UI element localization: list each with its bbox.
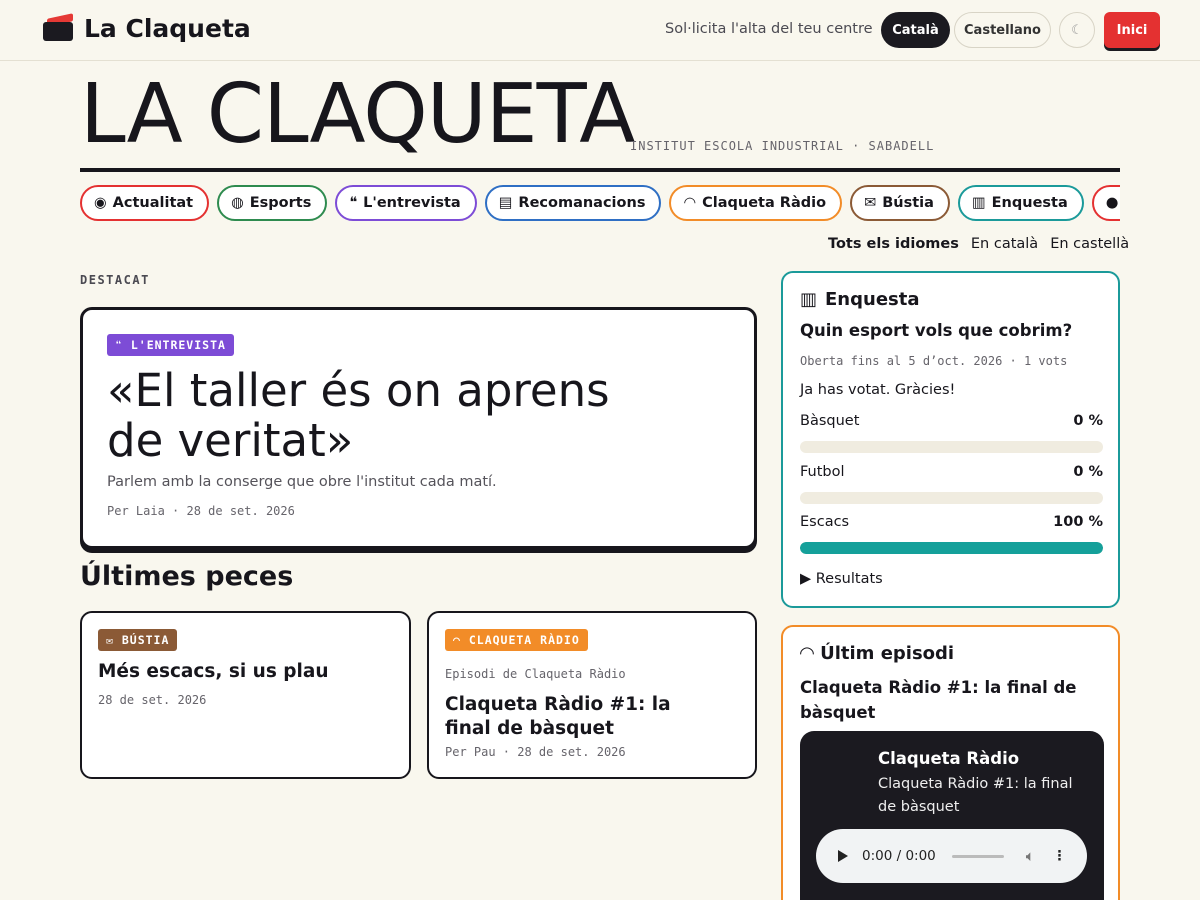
poll-question: Quin esport vols que cobrim?: [800, 321, 1073, 340]
audio-time: 0:00 / 0:00: [862, 848, 936, 864]
poll-status: Oberta fins al 5 d’oct. 2026 · 1 vots: [800, 354, 1068, 368]
poll-title: ▥ Enquesta: [800, 289, 920, 310]
section-icon: ◠: [683, 195, 697, 211]
poll-option-percent: 100 %: [1053, 514, 1103, 530]
masthead-tagline: INSTITUT ESCOLA INDUSTRIAL · SABADELL: [630, 139, 935, 153]
section-icon: ✉: [864, 195, 877, 211]
latest-card-radio[interactable]: ◠ CLAQUETA RÀDIO Episodi de Claqueta Ràd…: [427, 611, 757, 779]
section-icon: ●: [1105, 195, 1119, 211]
section-label: Recomanacions: [518, 195, 646, 211]
card-meta: 28 de set. 2026: [98, 693, 207, 707]
poll-option-label: Escacs: [800, 514, 850, 530]
filter-castellano[interactable]: En castellà: [1050, 236, 1129, 252]
lang-catalan-button[interactable]: Català: [881, 12, 950, 48]
featured-article-card[interactable]: ❝ L'ENTREVISTA «El taller és on aprens d…: [80, 307, 757, 549]
card-meta: Per Pau · 28 de set. 2026: [445, 745, 626, 759]
more-options-icon[interactable]: ⋮: [1053, 848, 1067, 864]
card-tag: ✉ BÚSTIA: [98, 629, 178, 651]
filter-catalan[interactable]: En català: [971, 236, 1038, 252]
audio-progress-slider[interactable]: [951, 854, 1004, 858]
poll-icon: ▥: [800, 289, 818, 310]
volume-icon[interactable]: 🔈︎: [1026, 847, 1035, 865]
card-kicker: Episodi de Claqueta Ràdio: [445, 667, 626, 681]
latest-heading: Últimes peces: [80, 561, 294, 592]
card-title[interactable]: Claqueta Ràdio #1: la final de bàsquet: [445, 693, 705, 741]
poll-option-percent: 0 %: [1073, 413, 1103, 429]
signup-link[interactable]: Sol·licita l'alta del teu centre: [665, 21, 873, 37]
featured-section-label: DESTACAT: [80, 273, 150, 287]
poll-widget: ▥ Enquesta Quin esport vols que cobrim? …: [781, 271, 1120, 608]
last-episode-title: ◠ Últim episodi: [800, 643, 955, 664]
play-icon[interactable]: [838, 850, 848, 862]
poll-option: Futbol 0 %: [800, 464, 1103, 504]
poll-option-bar-fill: [800, 542, 1103, 554]
player-episode-name: Claqueta Ràdio #1: la final de bàsquet: [878, 776, 1073, 815]
section-tab-l-entrevista[interactable]: ❝ L'entrevista: [335, 185, 477, 221]
section-icon: ▤: [498, 195, 513, 211]
lang-castellano-button[interactable]: Castellano: [954, 12, 1051, 48]
section-label: Claqueta Ràdio: [702, 195, 827, 211]
section-tab-actualitat[interactable]: ◉ Actualitat: [80, 185, 210, 221]
section-nav: ◉ Actualitat ◍ Esports ❝ L'entrevista ▤ Recoman…: [80, 185, 1120, 221]
card-title[interactable]: Més escacs, si us plau: [98, 661, 329, 682]
section-tab-bústia[interactable]: ✉ Bústia: [850, 185, 950, 221]
section-label: L'entrevista: [363, 195, 461, 211]
masthead-title: LA CLAQUETA: [80, 67, 635, 162]
top-bar: La Claqueta Sol·licita l'alta del teu ce…: [0, 0, 1200, 61]
audio-controls: 0:00 / 0:00 🔈︎ ⋮: [816, 829, 1087, 883]
poll-results-toggle[interactable]: ▶ Resultats: [800, 571, 883, 587]
latest-card-bustia[interactable]: ✉ BÚSTIA Més escacs, si us plau 28 de se…: [80, 611, 411, 779]
section-icon: ◍: [231, 195, 244, 211]
player-show-name: Claqueta Ràdio: [878, 749, 1020, 768]
section-icon: ❝: [349, 195, 358, 211]
poll-option: Bàsquet 0 %: [800, 413, 1103, 453]
section-tab-esports[interactable]: ◍ Esports: [217, 185, 328, 221]
brand-name: La Claqueta: [84, 13, 251, 43]
featured-meta: Per Laia · 28 de set. 2026: [107, 504, 295, 518]
last-episode-widget: ◠ Últim episodi Claqueta Ràdio #1: la fi…: [781, 625, 1120, 900]
poll-option-bar: [800, 542, 1103, 554]
poll-voted-message: Ja has votat. Gràcies!: [800, 382, 956, 398]
poll-title-text: Enquesta: [825, 289, 920, 310]
poll-option-bar: [800, 441, 1103, 453]
poll-option-percent: 0 %: [1073, 464, 1103, 480]
filter-all-languages[interactable]: Tots els idiomes: [828, 236, 959, 252]
section-tab-claqueta-ràdio[interactable]: ◠ Claqueta Ràdio: [669, 185, 843, 221]
clapperboard-icon: [43, 13, 73, 43]
audio-player-card: Claqueta Ràdio Claqueta Ràdio #1: la fin…: [800, 731, 1104, 900]
poll-option: Escacs 100 %: [800, 514, 1103, 554]
brand-logo[interactable]: La Claqueta: [43, 13, 251, 43]
section-label: Esports: [249, 195, 312, 211]
poll-option-label: Futbol: [800, 464, 845, 480]
section-label: Actualitat: [112, 195, 194, 211]
masthead-rule: [80, 168, 1120, 172]
section-label: Enquesta: [991, 195, 1068, 211]
featured-tag: ❝ L'ENTREVISTA: [107, 334, 234, 356]
featured-subtitle: Parlem amb la conserge que obre l'instit…: [107, 474, 497, 490]
theme-toggle-icon[interactable]: ☾: [1059, 12, 1095, 48]
poll-option-bar: [800, 492, 1103, 504]
section-label: Bústia: [882, 195, 934, 211]
section-icon: ▥: [971, 195, 986, 211]
language-filter: Tots els idiomes En català En castellà: [828, 236, 1129, 252]
card-tag: ◠ CLAQUETA RÀDIO: [445, 629, 588, 651]
section-tab-enquesta[interactable]: ▥ Enquesta: [957, 185, 1084, 221]
section-icon: ◉: [94, 195, 107, 211]
section-tab-recomanacions[interactable]: ▤ Recomanacions: [484, 185, 662, 221]
poll-option-label: Bàsquet: [800, 413, 860, 429]
home-button[interactable]: Inici: [1104, 12, 1160, 48]
last-episode-name[interactable]: Claqueta Ràdio #1: la final de bàsquet: [800, 675, 1100, 725]
featured-headline[interactable]: «El taller és on aprens de veritat»: [107, 366, 667, 466]
section-tab-efemèrides[interactable]: ●Efemèrides: [1091, 185, 1120, 221]
